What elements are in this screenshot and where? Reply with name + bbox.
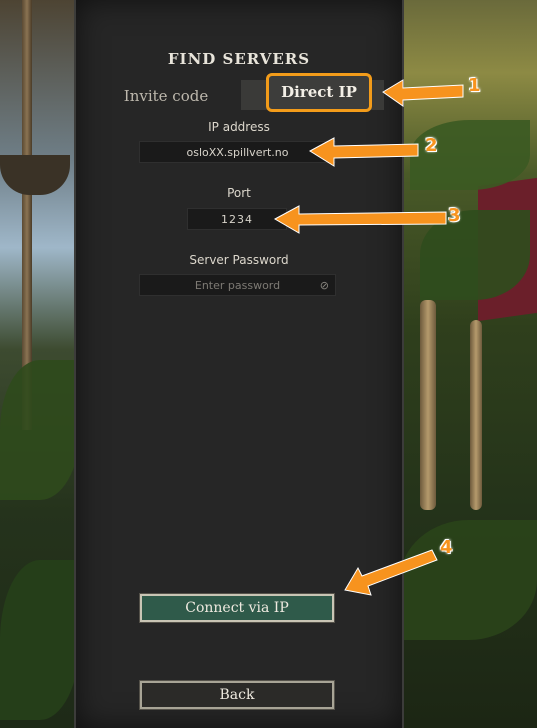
arrow-1 <box>382 79 464 107</box>
annotation-number-1: 1 <box>468 75 481 96</box>
annotation-number-3: 3 <box>448 205 461 226</box>
arrow-3 <box>273 205 447 234</box>
arrow-4 <box>344 549 438 596</box>
annotation-arrows <box>273 79 464 596</box>
annotation-number-2: 2 <box>425 135 438 156</box>
annotation-number-4: 4 <box>440 537 453 558</box>
arrow-2 <box>309 137 419 167</box>
